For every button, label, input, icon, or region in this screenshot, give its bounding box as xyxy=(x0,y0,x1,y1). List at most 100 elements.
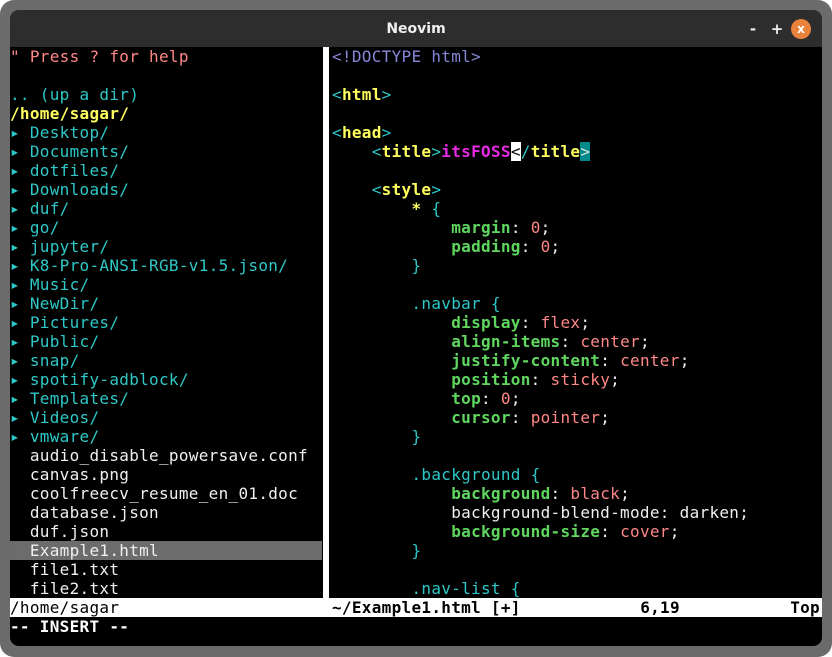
tree-item[interactable]: /home/sagar/ xyxy=(10,104,322,123)
file-name: ~/Example1.html [+] xyxy=(332,598,521,617)
tree-item-selected[interactable]: Example1.html xyxy=(10,541,322,560)
code-token: } xyxy=(332,541,422,560)
code-token: < xyxy=(371,180,382,199)
code-token: : xyxy=(510,218,531,237)
code-line[interactable]: position: sticky; xyxy=(332,370,822,389)
tree-item[interactable]: ▸ snap/ xyxy=(10,351,322,370)
tree-item[interactable]: ▸ Templates/ xyxy=(10,389,322,408)
tree-item[interactable]: coolfreecv_resume_en_01.doc xyxy=(10,484,322,503)
code-line[interactable]: margin: 0; xyxy=(332,218,822,237)
tree-item[interactable]: ▸ Public/ xyxy=(10,332,322,351)
tree-item[interactable]: ▸ Music/ xyxy=(10,275,322,294)
code-token: position xyxy=(451,370,531,389)
code-token: .navbar { xyxy=(332,294,501,313)
code-token: : xyxy=(520,313,541,332)
code-line[interactable]: display: flex; xyxy=(332,313,822,332)
code-token: ; xyxy=(669,522,680,541)
tree-item[interactable]: ▸ K8-Pro-ANSI-RGB-v1.5.json/ xyxy=(10,256,322,275)
code-token: < xyxy=(332,123,342,142)
code-token: center xyxy=(580,332,640,351)
code-line[interactable] xyxy=(332,104,822,123)
tree-item[interactable]: duf.json xyxy=(10,522,322,541)
tree-item[interactable]: file1.txt xyxy=(10,560,322,579)
code-line[interactable]: <style> xyxy=(332,180,822,199)
code-token: center xyxy=(620,351,680,370)
code-token: <!DOCTYPE html> xyxy=(332,47,481,66)
tree-item[interactable]: ▸ Videos/ xyxy=(10,408,322,427)
tree-item[interactable]: ▸ go/ xyxy=(10,218,322,237)
code-line[interactable] xyxy=(332,560,822,579)
close-button[interactable]: x xyxy=(791,18,811,39)
code-line[interactable]: padding: 0; xyxy=(332,237,822,256)
tree-item[interactable] xyxy=(10,66,322,85)
maximize-button[interactable]: + xyxy=(767,19,787,39)
code-line[interactable]: } xyxy=(332,541,822,560)
code-line[interactable]: .nav-list { xyxy=(332,579,822,598)
window-title: Neovim xyxy=(386,20,446,37)
tree-item[interactable]: ▸ jupyter/ xyxy=(10,237,322,256)
code-line[interactable]: .background { xyxy=(332,465,822,484)
tree-item[interactable]: ▸ duf/ xyxy=(10,199,322,218)
tree-item[interactable]: ▸ Pictures/ xyxy=(10,313,322,332)
vertical-split-separator[interactable] xyxy=(322,47,332,598)
terminal[interactable]: " Press ? for help .. (up a dir)/home/sag… xyxy=(10,47,822,646)
code-token: : xyxy=(481,389,501,408)
code-line[interactable]: justify-content: center; xyxy=(332,351,822,370)
code-token: background-size xyxy=(451,522,601,541)
code-line[interactable]: align-items: center; xyxy=(332,332,822,351)
tree-item[interactable]: ▸ dotfiles/ xyxy=(10,161,322,180)
code-token: cursor xyxy=(451,408,511,427)
code-token: : xyxy=(600,351,621,370)
title-bar[interactable]: Neovim - + x xyxy=(10,10,822,47)
code-token: ; xyxy=(550,237,561,256)
code-token: } xyxy=(332,427,422,446)
code-line[interactable]: cursor: pointer; xyxy=(332,408,822,427)
code-line[interactable]: } xyxy=(332,256,822,275)
code-token: > xyxy=(381,123,392,142)
tree-item[interactable]: ▸ Downloads/ xyxy=(10,180,322,199)
code-token: pointer xyxy=(530,408,601,427)
code-line[interactable]: } xyxy=(332,427,822,446)
code-line[interactable] xyxy=(332,446,822,465)
minimize-button[interactable]: - xyxy=(743,19,763,39)
code-token: : xyxy=(530,370,551,389)
tree-item[interactable]: ▸ vmware/ xyxy=(10,427,322,446)
editor-pane[interactable]: <!DOCTYPE html> <html> <head> <title>itsFO… xyxy=(332,47,822,598)
code-line[interactable]: <html> xyxy=(332,85,822,104)
text-cursor: < xyxy=(510,142,521,161)
scroll-position: Top xyxy=(790,598,820,617)
tree-item[interactable]: ▸ spotify-adblock/ xyxy=(10,370,322,389)
code-token: : xyxy=(550,484,571,503)
code-line[interactable]: <head> xyxy=(332,123,822,142)
code-line[interactable]: background-blend-mode: darken; xyxy=(332,503,822,522)
code-line[interactable] xyxy=(332,66,822,85)
code-line[interactable]: background-size: cover; xyxy=(332,522,822,541)
code-token: top xyxy=(451,389,482,408)
tree-item[interactable]: " Press ? for help xyxy=(10,47,322,66)
code-line[interactable]: <title>itsFOSS</title> xyxy=(332,142,822,161)
code-token: background-blend-mode: darken; xyxy=(332,503,750,522)
code-token: cover xyxy=(620,522,670,541)
tree-item[interactable]: ▸ Documents/ xyxy=(10,142,322,161)
file-tree-pane[interactable]: " Press ? for help .. (up a dir)/home/sag… xyxy=(10,47,322,598)
tree-item[interactable]: audio_disable_powersave.conf xyxy=(10,446,322,465)
tree-item[interactable]: ▸ Desktop/ xyxy=(10,123,322,142)
code-line[interactable]: .navbar { xyxy=(332,294,822,313)
code-line[interactable] xyxy=(332,161,822,180)
code-token: ; xyxy=(620,484,631,503)
code-token: ; xyxy=(580,313,591,332)
code-line[interactable]: top: 0; xyxy=(332,389,822,408)
code-line[interactable]: * { xyxy=(332,199,822,218)
code-line[interactable]: background: black; xyxy=(332,484,822,503)
tree-item[interactable]: ▸ NewDir/ xyxy=(10,294,322,313)
tree-item[interactable]: database.json xyxy=(10,503,322,522)
code-line[interactable]: <!DOCTYPE html> xyxy=(332,47,822,66)
tree-item[interactable]: .. (up a dir) xyxy=(10,85,322,104)
tree-item[interactable]: canvas.png xyxy=(10,465,322,484)
tree-item[interactable]: file2.txt xyxy=(10,579,322,598)
code-token: } xyxy=(332,256,422,275)
code-line[interactable] xyxy=(332,275,822,294)
